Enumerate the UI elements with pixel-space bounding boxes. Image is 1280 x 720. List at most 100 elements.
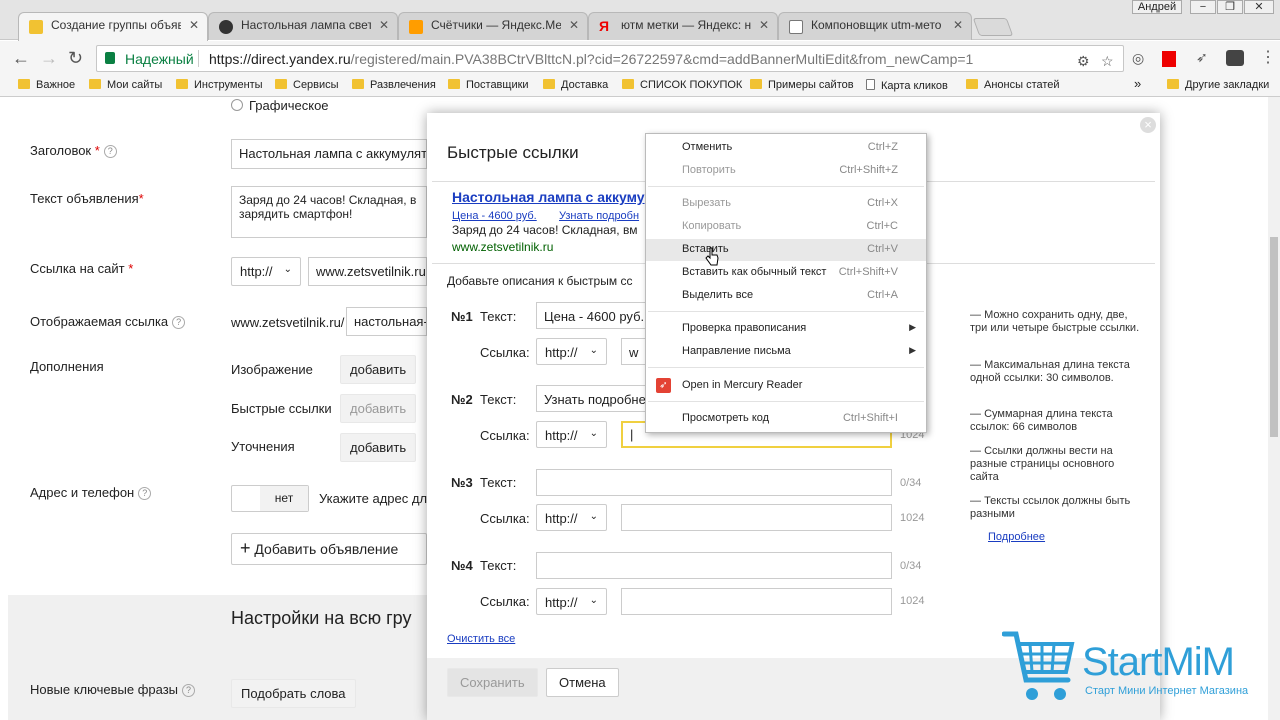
new-keywords-label-text: Новые ключевые фразы [30,682,179,697]
radio-graphic[interactable] [231,99,243,111]
bookmark-item[interactable]: Примеры сайтов [750,79,854,91]
menu-item-undo[interactable]: Отменить Ctrl+Z [646,137,926,159]
extension-badge-icon[interactable] [1226,50,1244,66]
tab-metrika[interactable]: Счётчики — Яндекс.Метри ✕ [398,12,588,40]
menu-item-paste-plain[interactable]: Вставить как обычный текст Ctrl+Shift+V [646,262,926,284]
menu-item-mercury-reader[interactable]: ➶ Open in Mercury Reader [646,375,926,397]
mercury-reader-icon: ➶ [656,378,671,393]
close-icon[interactable]: × [1140,117,1156,133]
close-tab-icon[interactable]: ✕ [759,18,769,32]
menu-separator [648,367,924,368]
bookmark-item[interactable]: Сервисы [275,79,339,91]
bookmark-flag-icon[interactable] [1162,51,1176,67]
opera-turbo-icon[interactable]: ◎ [1132,50,1144,67]
tip-text: Тексты ссылок должны быть разными [970,495,1131,520]
scrollbar-thumb[interactable] [1270,237,1278,437]
address-toggle[interactable]: нет [231,485,309,512]
help-icon[interactable]: ? [182,684,196,697]
url-omnibox[interactable]: Надежный https://direct.yandex.ru/regist… [96,45,1124,72]
minimize-icon[interactable]: − [1190,0,1216,14]
menu-item-paste[interactable]: Вставить Ctrl+V [646,239,926,261]
add-refinements-button[interactable]: добавить [340,433,417,462]
title-input[interactable]: Настольная лампа с аккумулят [231,139,427,169]
bookmark-item[interactable]: Инструменты [176,79,263,91]
quicklink-3-url-input[interactable] [621,504,892,531]
quicklink-2-protocol-select[interactable]: http:// ⌄ [536,421,607,448]
group-settings-title: Настройки на всю гру [231,608,412,628]
yandex-direct-favicon-icon [29,20,43,34]
menu-item-select-all[interactable]: Выделить все Ctrl+A [646,285,926,307]
bookmark-star-icon[interactable]: ☆ [1101,53,1114,70]
close-tab-icon[interactable]: ✕ [953,18,963,32]
bookmark-item[interactable]: СПИСОК ПОКУПОК [622,79,742,91]
ad-text-input[interactable]: Заряд до 24 часов! Складная, в зарядить с… [231,186,427,238]
tab-yandex-search[interactable]: Я ютм метки — Яндекс: наш ✕ [588,12,778,40]
page-scrollbar[interactable] [1268,97,1280,720]
address-toolbar: ← → ↻ Надежный https://direct.yandex.ru/… [0,41,1280,75]
quicklink-4-url-input[interactable] [621,588,892,615]
display-link-input[interactable]: настольная- [346,307,427,336]
menu-item-spellcheck[interactable]: Проверка правописания ▶ [646,318,926,340]
tab-utm-builder[interactable]: Компоновщик utm-меток ✕ [778,12,972,40]
menu-item-cut[interactable]: Вырезать Ctrl+X [646,193,926,215]
add-ad-button[interactable]: + Добавить объявление [231,533,427,565]
other-bookmarks[interactable]: Другие закладки [1167,79,1269,91]
restore-icon[interactable]: ❐ [1217,0,1243,14]
menu-shortcut: Ctrl+V [867,243,898,255]
menu-item-writing-direction[interactable]: Направление письма ▶ [646,341,926,363]
menu-item-copy[interactable]: Копировать Ctrl+C [646,216,926,238]
bookmark-item[interactable]: Важное [18,79,75,91]
save-button[interactable]: Сохранить [447,668,538,697]
quicklink-4-text-input[interactable] [536,552,892,579]
protocol-value: http:// [545,428,578,443]
bookmarks-overflow-icon[interactable]: » [1134,76,1141,91]
tip-text: Ссылки должны вести на разные страницы о… [970,445,1115,483]
quicklink-4-protocol-select[interactable]: http:// ⌄ [536,588,607,615]
quicklink-1-url-input[interactable]: w [621,338,646,365]
add-quicklinks-button[interactable]: добавить [340,394,417,423]
bookmark-item[interactable]: Анонсы статей [966,79,1060,91]
menu-item-inspect[interactable]: Просмотреть код Ctrl+Shift+I [646,408,926,430]
quicklink-3-protocol-select[interactable]: http:// ⌄ [536,504,607,531]
site-link-input[interactable]: www.zetsvetilnik.ru [308,257,427,286]
new-tab-button[interactable] [972,18,1014,36]
extension-icon[interactable]: ⚙ [1077,53,1090,70]
forward-arrow-icon[interactable]: → [40,49,58,67]
bookmark-item[interactable]: Поставщики [448,79,529,91]
more-link[interactable]: Подробнее [988,531,1045,544]
user-profile-button[interactable]: Андрей [1132,0,1182,14]
tab-lamp[interactable]: Настольная лампа светод ✕ [208,12,398,40]
bookmark-item[interactable]: Мои сайты [89,79,162,91]
add-image-button[interactable]: добавить [340,355,417,384]
quicklink-2-text-input[interactable]: Узнать подробне [536,385,646,412]
refinements-label: Уточнения [231,439,295,454]
bookmark-item[interactable]: Доставка [543,79,608,91]
close-tab-icon[interactable]: ✕ [189,18,199,32]
help-icon[interactable]: ? [138,487,152,500]
menu-shortcut: Ctrl+A [867,289,898,301]
rocket-icon[interactable]: ➶ [1196,49,1208,66]
help-icon[interactable]: ? [103,145,117,158]
quicklink-1-text-input[interactable]: Цена - 4600 руб. [536,302,646,329]
quicklink-3-text-input[interactable] [536,469,892,496]
tip-item: — Можно сохранить одну, две, три или чет… [970,309,1140,334]
url-host: https://direct.yandex.ru [209,51,351,67]
pick-words-button[interactable]: Подобрать слова [231,679,356,708]
display-link-label: Отображаемая ссылка? [30,314,186,329]
bookmark-item[interactable]: Карта кликов [866,79,948,92]
cancel-button[interactable]: Отмена [546,668,619,697]
bookmark-item[interactable]: Развлечения [352,79,436,91]
quicklink-1-protocol-select[interactable]: http:// ⌄ [536,338,607,365]
close-tab-icon[interactable]: ✕ [569,18,579,32]
back-arrow-icon[interactable]: ← [12,49,30,67]
help-icon[interactable]: ? [172,316,186,329]
close-tab-icon[interactable]: ✕ [379,18,389,32]
protocol-select[interactable]: http:// ⌄ [231,257,301,286]
menu-item-redo[interactable]: Повторить Ctrl+Shift+Z [646,160,926,182]
clear-all-link[interactable]: Очистить все [447,633,515,645]
tab-create-group[interactable]: Создание группы объявле ✕ [18,12,208,41]
reload-icon[interactable]: ↻ [68,49,83,67]
close-window-icon[interactable]: ✕ [1244,0,1274,14]
row-link-label: Ссылка: [480,428,530,443]
menu-icon[interactable]: ⋮ [1260,47,1276,67]
